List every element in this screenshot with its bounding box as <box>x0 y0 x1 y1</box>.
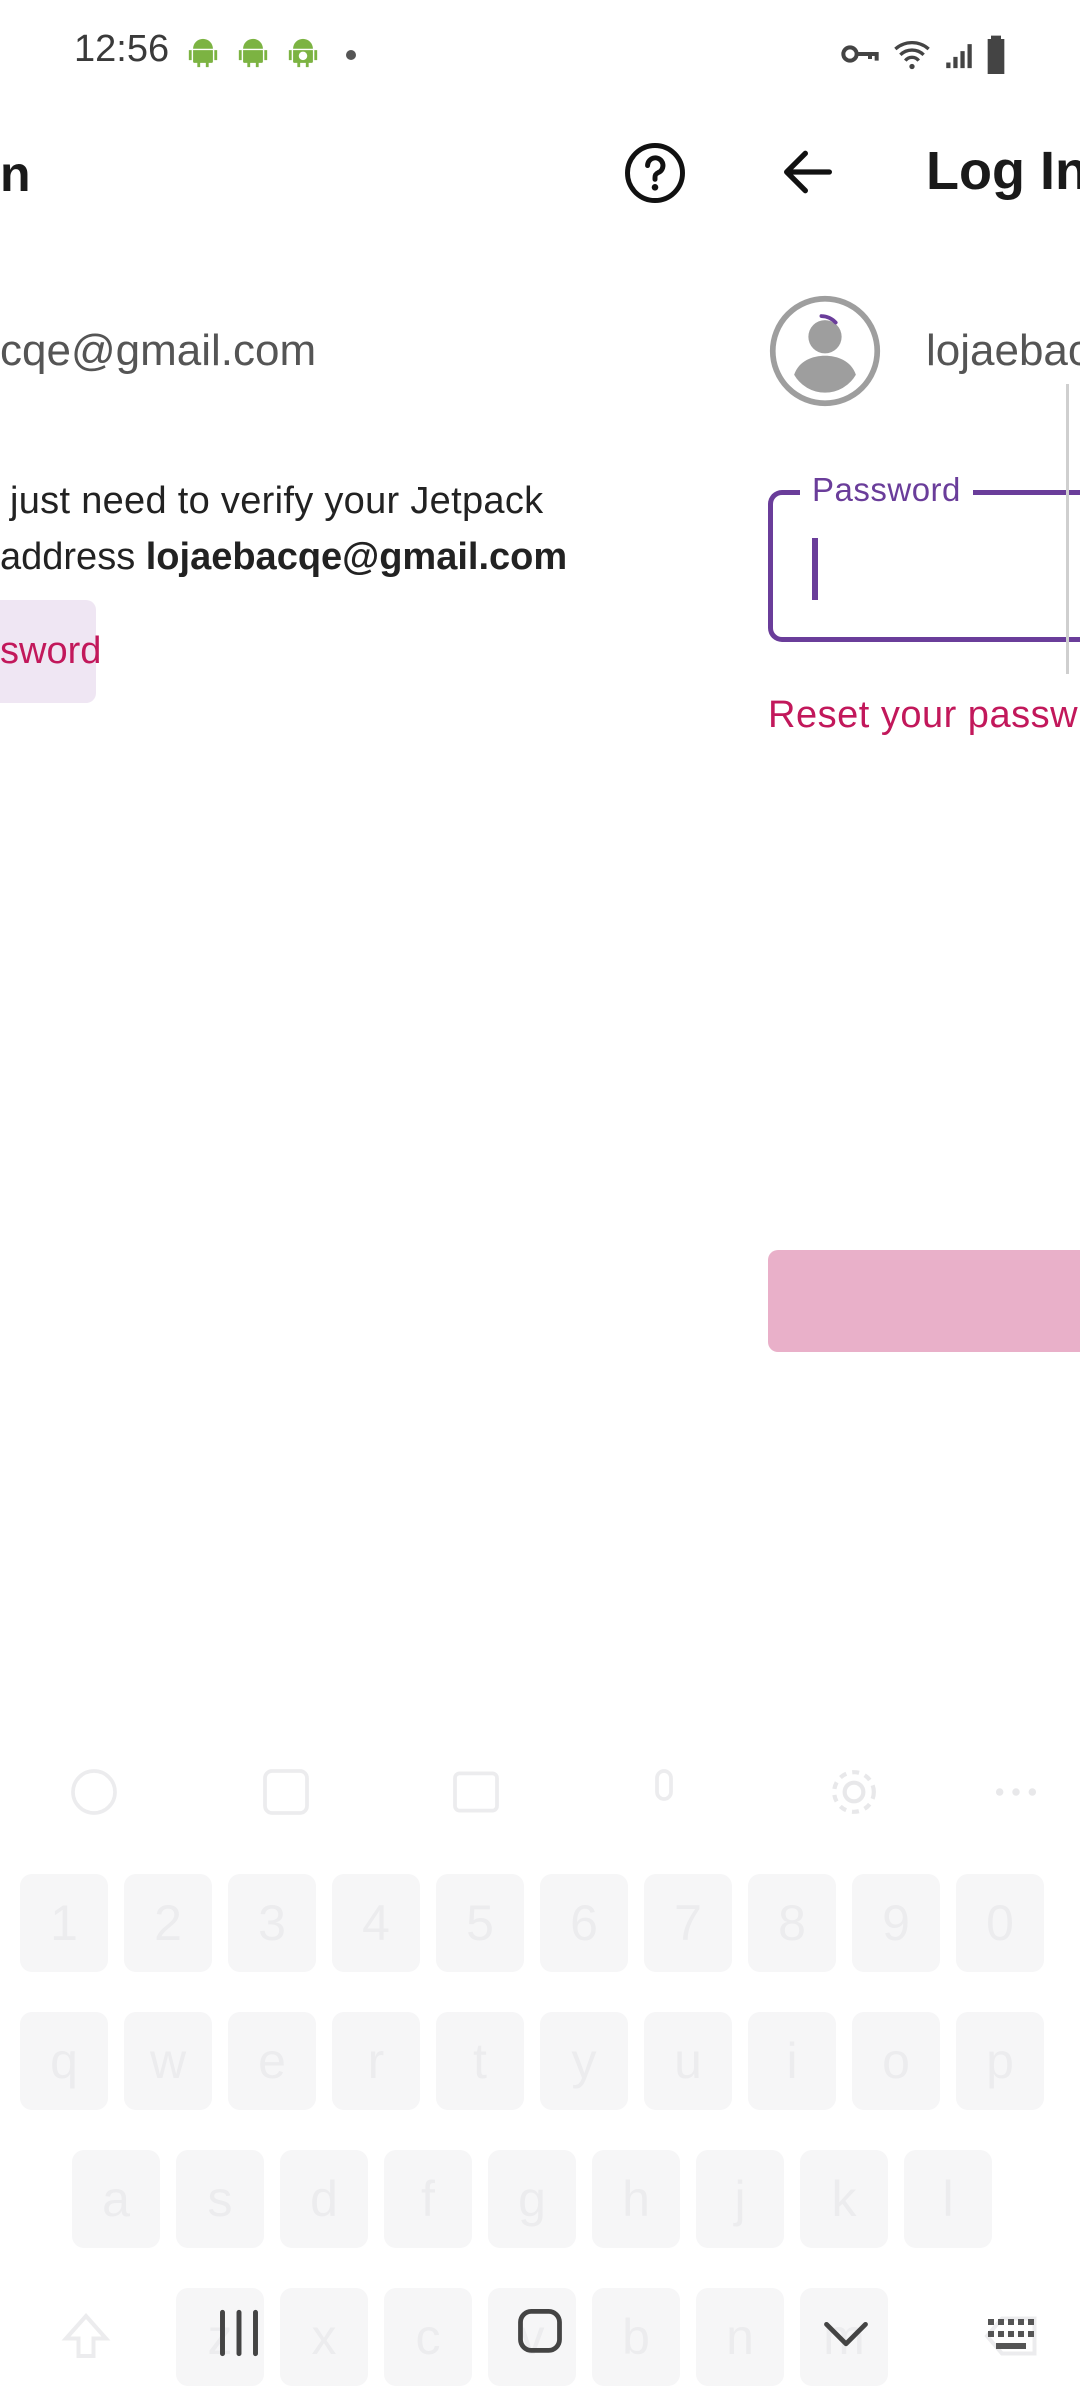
verify-message-email: lojaebacqe@gmail.com <box>145 536 568 578</box>
reset-password-link[interactable]: Reset your passw <box>768 694 1078 737</box>
password-field-label-container: Password <box>800 470 973 510</box>
key[interactable]: 3 <box>228 1874 316 1972</box>
verify-message-line1: just need to verify your Jetpack <box>10 480 544 522</box>
key[interactable]: 9 <box>852 1874 940 1972</box>
key[interactable]: r <box>332 2012 420 2110</box>
key[interactable]: y <box>540 2012 628 2110</box>
vpn-key-icon <box>841 45 879 63</box>
help-icon[interactable] <box>622 140 688 206</box>
key[interactable]: i <box>748 2012 836 2110</box>
key[interactable]: 5 <box>436 1874 524 1972</box>
key[interactable]: 0 <box>956 1874 1044 1972</box>
key[interactable]: p <box>956 2012 1044 2110</box>
key[interactable]: 4 <box>332 1874 420 1972</box>
sticker-icon[interactable] <box>258 1764 314 1820</box>
android-badge-icon <box>288 38 318 68</box>
scroll-edge-divider <box>1066 384 1069 674</box>
password-field-label: Password <box>812 471 961 508</box>
settings-gear-icon[interactable] <box>826 1764 882 1820</box>
keyboard-icon[interactable] <box>984 2300 1040 2366</box>
key[interactable]: j <box>696 2150 784 2248</box>
key[interactable]: e <box>228 2012 316 2110</box>
key[interactable]: 1 <box>20 1874 108 1972</box>
key[interactable]: u <box>644 2012 732 2110</box>
gif-icon[interactable] <box>448 1764 504 1820</box>
email-label: lojaebac <box>926 326 1080 375</box>
key[interactable]: k <box>800 2150 888 2248</box>
key[interactable]: s <box>176 2150 264 2248</box>
battery-icon <box>987 35 1005 74</box>
key[interactable]: c <box>384 2288 472 2386</box>
page-title: Log In <box>926 141 1080 201</box>
enter-password-button-label: sword <box>0 630 102 672</box>
microphone-icon[interactable] <box>636 1764 692 1820</box>
key[interactable]: h <box>592 2150 680 2248</box>
key[interactable]: t <box>436 2012 524 2110</box>
key[interactable]: f <box>384 2150 472 2248</box>
key[interactable]: l <box>904 2150 992 2248</box>
home-icon[interactable] <box>514 2300 566 2366</box>
text-cursor <box>812 538 818 600</box>
key[interactable]: a <box>72 2150 160 2248</box>
avatar-icon <box>769 295 881 407</box>
back-arrow-icon[interactable] <box>776 140 840 204</box>
more-icon[interactable] <box>988 1764 1044 1820</box>
key[interactable]: 8 <box>748 1874 836 1972</box>
key[interactable]: o <box>852 2012 940 2110</box>
android-icon <box>238 38 268 68</box>
key[interactable]: x <box>280 2288 368 2386</box>
key[interactable]: 7 <box>644 1874 732 1972</box>
shift-icon[interactable] <box>56 2306 116 2366</box>
emoji-icon[interactable] <box>66 1764 122 1820</box>
verify-message-prefix: address <box>0 536 146 578</box>
key[interactable]: 2 <box>124 1874 212 1972</box>
android-icon <box>188 38 218 68</box>
recent-apps-icon[interactable] <box>214 2300 264 2366</box>
verify-message-line2: address lojaebacqe@gmail.com <box>0 536 567 579</box>
wifi-icon <box>894 41 930 70</box>
continue-button[interactable] <box>768 1250 1080 1352</box>
key[interactable]: d <box>280 2150 368 2248</box>
page-title-fragment: n <box>0 146 31 202</box>
status-time: 12:56 <box>74 28 170 70</box>
signal-icon <box>946 44 972 69</box>
hide-keyboard-chevron-icon[interactable] <box>820 2300 872 2366</box>
key[interactable]: w <box>124 2012 212 2110</box>
key[interactable]: b <box>592 2288 680 2386</box>
key[interactable]: n <box>696 2288 784 2386</box>
key[interactable]: q <box>20 2012 108 2110</box>
email-label: cqe@gmail.com <box>0 326 317 375</box>
notification-dot-icon <box>346 50 356 60</box>
key[interactable]: g <box>488 2150 576 2248</box>
key[interactable]: 6 <box>540 1874 628 1972</box>
